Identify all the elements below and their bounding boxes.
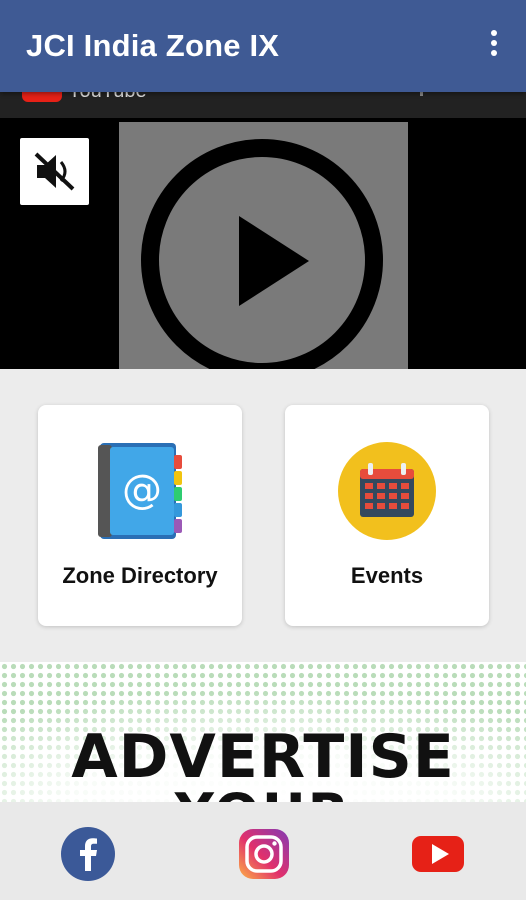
- more-vert-icon[interactable]: [484, 30, 504, 64]
- play-circle-icon[interactable]: [119, 122, 408, 369]
- svg-text:@: @: [122, 467, 162, 513]
- banner-subtitle: YOUR: [0, 782, 526, 802]
- zone-directory-label: Zone Directory: [62, 563, 218, 588]
- address-book-icon: @: [98, 443, 182, 539]
- mute-button[interactable]: [20, 138, 89, 205]
- instagram-icon[interactable]: [236, 826, 292, 882]
- events-label: Events: [350, 563, 424, 588]
- app-bar: JCI India Zone IX: [0, 0, 526, 92]
- advertise-banner[interactable]: ADVERTISE YOUR: [0, 662, 526, 802]
- youtube-header-strip: YouTube: [0, 92, 526, 118]
- video-player[interactable]: YouTube: [0, 92, 526, 369]
- facebook-icon[interactable]: [60, 826, 116, 882]
- youtube-icon[interactable]: [410, 826, 466, 882]
- video-thumbnail[interactable]: [119, 122, 408, 369]
- zone-directory-tile[interactable]: @ Zone Directory: [38, 405, 242, 626]
- volume-off-icon: [34, 152, 75, 191]
- social-bar: [0, 802, 526, 900]
- youtube-logo-icon: [22, 92, 62, 102]
- youtube-label: YouTube: [68, 92, 147, 103]
- app-title: JCI India Zone IX: [26, 28, 280, 63]
- app-screen: JCI India Zone IX YouTube: [0, 0, 526, 900]
- calendar-icon: [338, 442, 436, 540]
- menu-tiles: @ Zone Directory Events: [0, 369, 526, 659]
- events-tile[interactable]: Events: [285, 405, 489, 626]
